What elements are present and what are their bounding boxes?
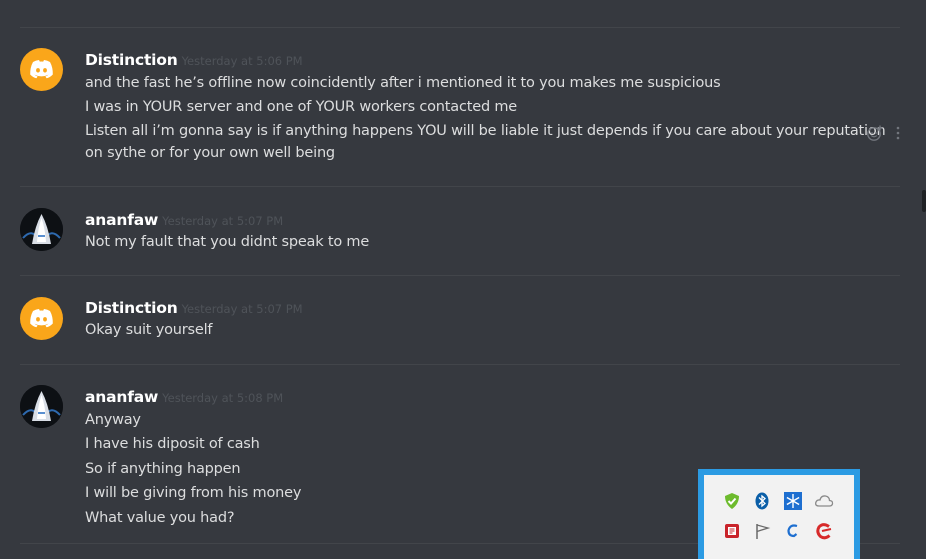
message-line: Okay suit yourself	[85, 322, 213, 338]
avatar[interactable]	[20, 385, 63, 428]
message-line: What value you had?	[85, 510, 235, 526]
discord-logo-icon	[30, 60, 53, 79]
timestamp: Yesterday at 5:06 PM	[181, 54, 303, 68]
scrollbar-thumb[interactable]	[922, 190, 926, 212]
message-group: ananfaw Yesterday at 5:07 PM Not my fault…	[0, 208, 926, 258]
snowflake-icon[interactable]	[783, 491, 803, 511]
message-divider	[20, 27, 900, 28]
more-options-icon[interactable]	[891, 124, 905, 142]
antivirus-icon[interactable]	[722, 521, 742, 541]
message-group: Distinction Yesterday at 5:07 PM Okay sui…	[0, 295, 926, 345]
message-line: and the fast he’s offline now coincident…	[85, 75, 721, 91]
timestamp: Yesterday at 5:07 PM	[162, 214, 284, 228]
timestamp: Yesterday at 5:07 PM	[181, 302, 303, 316]
chat-window: Distinction Yesterday at 5:06 PM and the …	[0, 0, 926, 559]
username[interactable]: Distinction	[85, 299, 178, 317]
avatar[interactable]	[20, 48, 63, 91]
username[interactable]: ananfaw	[85, 211, 158, 229]
sync-icon[interactable]	[783, 521, 803, 541]
user-avatar-icon	[20, 208, 63, 251]
message-line: Anyway	[85, 412, 141, 428]
add-reaction-icon[interactable]	[866, 124, 884, 142]
username[interactable]: ananfaw	[85, 388, 158, 406]
tray-icon-grid	[704, 475, 854, 559]
message-actions	[866, 122, 905, 142]
message-line: I will be giving from his money	[85, 485, 302, 501]
message-line: Not my fault that you didnt speak to me	[85, 234, 370, 250]
user-avatar-icon	[20, 385, 63, 428]
message-divider	[20, 364, 900, 365]
system-tray-popup	[698, 469, 860, 559]
message-line: Listen all i’m gonna say is if anything …	[85, 123, 886, 139]
message-line: I was in YOUR server and one of YOUR wor…	[85, 99, 518, 115]
cloud-icon[interactable]	[814, 491, 834, 511]
message-group: Distinction Yesterday at 5:06 PM and the …	[0, 47, 926, 172]
bluetooth-icon[interactable]	[752, 491, 772, 511]
message-line: on sythe or for your own well being	[85, 145, 335, 161]
ccleaner-icon[interactable]	[814, 521, 834, 541]
discord-logo-icon	[30, 309, 53, 328]
username[interactable]: Distinction	[85, 51, 178, 69]
avatar[interactable]	[20, 297, 63, 340]
shield-check-icon[interactable]	[722, 491, 742, 511]
message-divider	[20, 275, 900, 276]
avatar[interactable]	[20, 208, 63, 251]
message-line: I have his diposit of cash	[85, 436, 260, 452]
message-line: So if anything happen	[85, 461, 241, 477]
timestamp: Yesterday at 5:08 PM	[162, 391, 284, 405]
message-divider	[20, 186, 900, 187]
flag-icon[interactable]	[752, 521, 772, 541]
